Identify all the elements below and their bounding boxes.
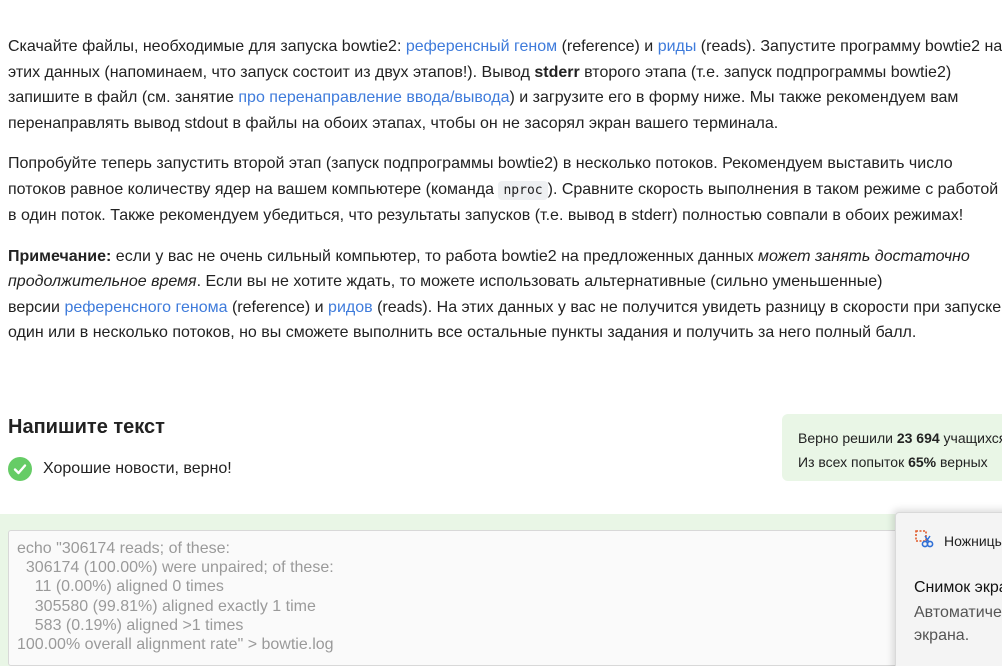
paragraph-note: Примечание: если у вас не очень сильный … (8, 244, 1002, 346)
reads-link[interactable]: риды (658, 38, 697, 55)
text: учащихся (939, 430, 1002, 446)
text: один или в несколько потоков, но вы смож… (8, 324, 917, 341)
notification-header: Ножницы (914, 529, 1002, 552)
text: если у вас не очень сильный компьютер, т… (111, 247, 759, 265)
text: (reads). Запустите программу bowtie2 на (696, 38, 1002, 55)
italic-text: может занять достаточно (758, 247, 970, 265)
notification-app-name: Ножницы (944, 532, 1002, 549)
text: верных (936, 454, 988, 470)
nproc-code: nproc (498, 180, 548, 200)
notification-title: Снимок экрана (914, 579, 1002, 596)
text: второго этапа (т.е. запуск подпрограммы … (579, 63, 952, 81)
paragraph-download: Скачайте файлы, необходимые для запуска … (8, 34, 1002, 136)
text: этих данных (напоминаем, что запуск сост… (8, 63, 535, 81)
attempts-stat: Из всех попыток 65% верных (798, 450, 1002, 474)
text: Скачайте файлы, необходимые для запуска … (8, 38, 406, 55)
redirect-lesson-link[interactable]: про перенаправление ввода/вывода (238, 89, 509, 106)
text: потоков равное количеству ядер на вашем … (8, 180, 499, 198)
step-text: Скачайте файлы, необходимые для запуска … (8, 34, 1002, 361)
reference-genome-link[interactable]: референсный геном (406, 38, 557, 55)
text: (reference) и (557, 38, 658, 55)
quiz-title: Напишите текст (8, 416, 165, 438)
paragraph-threads: Попробуйте теперь запустить второй этап … (8, 151, 1002, 229)
check-circle-icon (8, 457, 32, 481)
small-reads-link[interactable]: ридов (328, 299, 373, 316)
text: Из всех попыток (798, 454, 909, 470)
text: (reference) и (227, 298, 329, 316)
small-reference-genome-link[interactable]: референсного генома (64, 299, 227, 316)
text: ). Сравните скорость выполнения в таком … (547, 180, 999, 198)
italic-text: продолжительное время (8, 273, 197, 290)
text: Верно решили (798, 430, 897, 446)
correct-feedback: Хорошие новости, верно! (8, 457, 232, 481)
scissors-icon (914, 529, 934, 552)
correct-percent: 65% (908, 454, 937, 470)
snipping-notification[interactable]: Ножницы Снимок экрана Автоматически экра… (895, 512, 1002, 666)
text: перенаправлять вывод stdout в файлы на о… (8, 114, 779, 132)
text: (reads). На этих данных у вас не получит… (372, 298, 1002, 316)
text: Попробуйте теперь запустить второй этап … (8, 155, 953, 172)
feedback-text: Хорошие новости, верно! (43, 460, 232, 477)
text: запишите в файл (см. занятие (8, 89, 239, 106)
solved-stat: Верно решили 23 694 учащихся (798, 426, 1002, 450)
note-label: Примечание: (8, 247, 112, 265)
text: версии (8, 298, 65, 316)
stderr-bold: stderr (534, 63, 580, 81)
notification-body: Автоматически экрана. (914, 604, 1002, 644)
stats-box: Верно решили 23 694 учащихся Из всех поп… (782, 414, 1002, 481)
solved-count: 23 694 (896, 430, 940, 446)
answer-textarea[interactable]: echo "306174 reads; of these: 306174 (10… (8, 530, 1002, 666)
text: . Если вы не хотите ждать, то можете исп… (196, 273, 883, 290)
text: в один поток. Также рекомендуем убедитьс… (8, 207, 964, 224)
text: ) и загрузите его в форму ниже. Мы также… (509, 89, 959, 106)
